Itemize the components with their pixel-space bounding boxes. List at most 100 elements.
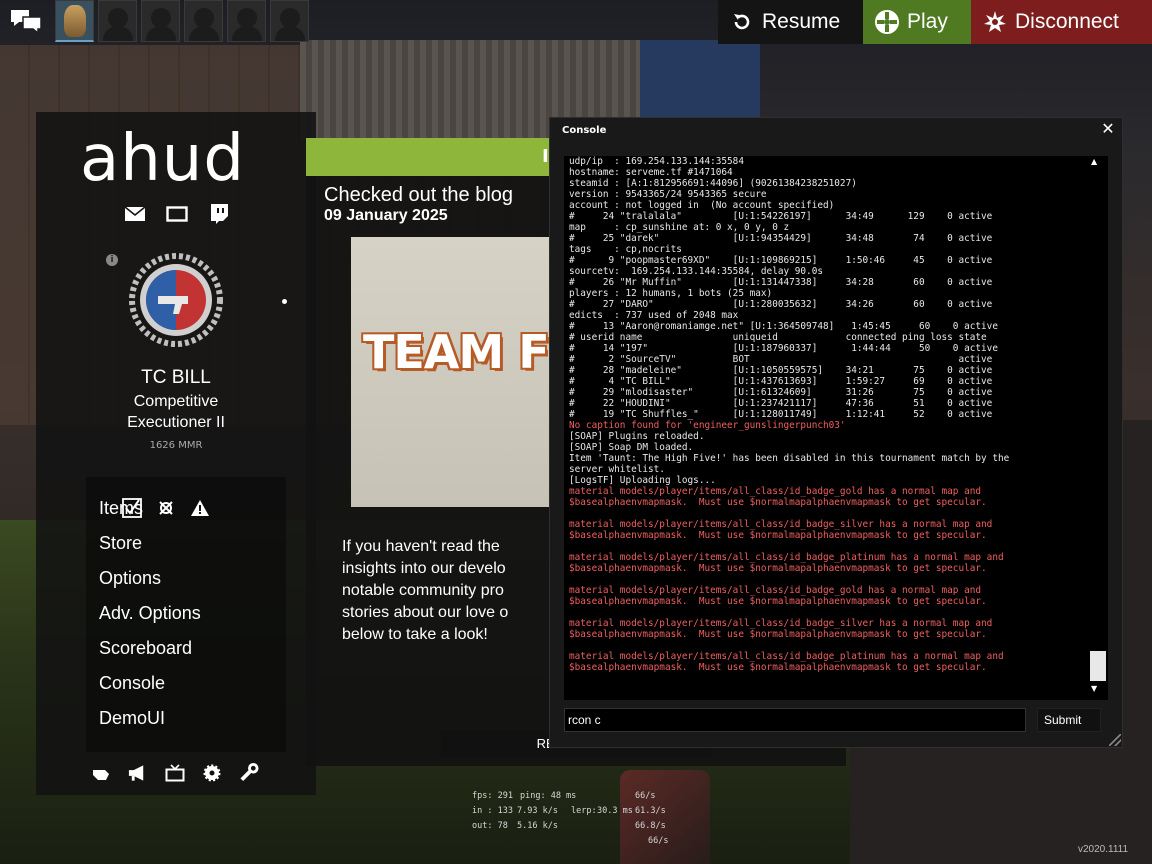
megaphone-icon[interactable] [127, 762, 148, 784]
warning-icon[interactable] [190, 498, 210, 518]
console-line: material models/player/items/all_class/i… [569, 618, 993, 629]
console-line: [SOAP] Plugins reloaded. [569, 431, 705, 442]
player-rank-type: Competitive [133, 393, 219, 410]
console-line: # userid name uniqueid connected ping lo… [569, 332, 987, 343]
console-line: [SOAP] Soap DM loaded. [569, 442, 694, 453]
console-line: # 2 "SourceTV" BOT active [569, 354, 993, 365]
console-line: # 19 "TC Shuffles_" [U:1:128011749] 1:12… [569, 409, 993, 420]
console-line: edicts : 737 used of 2048 max [569, 310, 739, 321]
status-dot [282, 299, 287, 304]
gear-icon[interactable] [201, 762, 222, 784]
avatar-self[interactable] [55, 0, 94, 42]
console-line: Item 'Taunt: The High Five!' has been di… [569, 453, 1010, 464]
netgraph-ping: ping: 48 ms [520, 791, 577, 801]
avatar-empty-slot[interactable] [98, 0, 137, 42]
console-output[interactable]: udp/ip : 169.254.133.144:35584 hostname: … [564, 156, 1108, 700]
console-line: # 13 "Aaron@romaniamge.net" [U:1:3645097… [569, 321, 998, 332]
player-rank-title: Executioner II [127, 414, 225, 431]
items-icons [122, 498, 210, 518]
netgraph-out: out: 78 [472, 821, 508, 831]
resume-icon [726, 12, 758, 32]
avatar-empty-slot[interactable] [270, 0, 309, 42]
netgraph-in-rate: 7.93 k/s [517, 806, 558, 816]
checkbox-icon[interactable] [122, 498, 142, 518]
party-avatars [55, 0, 309, 42]
console-line: steamid : [A:1:812956691:44096] (9026138… [569, 178, 857, 189]
hand-icon[interactable] [90, 762, 111, 784]
console-line: # 29 "mlodisaster" [U:1:61324609] 31:26 … [569, 387, 993, 398]
disconnect-label: Disconnect [1015, 10, 1119, 33]
netgraph-in-packets: 61.3/s [635, 806, 666, 816]
console-line: $basealphaenvmapmask. Must use $normalma… [569, 629, 987, 640]
resize-grip[interactable] [1109, 734, 1121, 746]
console-window: Console ✕ udp/ip : 169.254.133.144:35584… [549, 117, 1123, 748]
mail-icon[interactable] [124, 204, 146, 224]
news-body: If you haven't read the insights into ou… [342, 538, 509, 643]
news-title[interactable]: Checked out the blog [324, 184, 513, 207]
console-line: $basealphaenvmapmask. Must use $normalma… [569, 596, 987, 607]
avatar-empty-slot[interactable] [184, 0, 223, 42]
console-line: [LogsTF] Uploading logs... [569, 475, 716, 486]
tv-icon[interactable] [164, 762, 185, 784]
scrollbar-thumb[interactable] [1090, 651, 1106, 681]
console-line: material models/player/items/all_class/i… [569, 552, 1004, 563]
console-line: # 14 "197" [U:1:187960337] 1:44:44 50 0 … [569, 343, 998, 354]
news-image-logo-text: TEAM F [363, 325, 550, 379]
scroll-down-arrow-icon[interactable]: ▼ [1091, 684, 1097, 693]
console-command-input[interactable] [564, 708, 1026, 732]
console-line: # 26 "Mr Muffin" [U:1:131447338] 34:28 6… [569, 277, 993, 288]
menu-item-adv-options[interactable]: Adv. Options [99, 603, 201, 624]
screen-icon[interactable] [166, 204, 188, 224]
netgraph-lerp: 30.3 ms [597, 806, 633, 816]
console-line: server whitelist. [569, 464, 665, 475]
close-icon[interactable]: ✕ [1100, 121, 1116, 137]
chat-button[interactable] [6, 4, 46, 40]
play-icon [871, 9, 903, 35]
console-line: # 4 "TC BILL" [U:1:437613693] 1:59:27 69… [569, 376, 993, 387]
menu-item-console[interactable]: Console [99, 673, 165, 694]
version-label: v2020.1111 [1078, 844, 1129, 855]
console-line: hostname: serveme.tf #1471064 [569, 167, 733, 178]
console-line: # 25 "darek" [U:1:94354429] 34:48 74 0 a… [569, 233, 993, 244]
competitive-rank-badge [128, 252, 224, 348]
main-menu-panel: ahud i TC BILL Competitive Executioner I… [36, 112, 316, 795]
utility-icons [90, 762, 259, 784]
netgraph-rate: 66/s [635, 791, 656, 801]
console-line: $basealphaenvmapmask. Must use $normalma… [569, 662, 987, 673]
console-line: $basealphaenvmapmask. Must use $normalma… [569, 530, 987, 541]
info-icon[interactable]: i [106, 254, 118, 266]
main-menu: Items Store Options Adv. Options Scorebo… [86, 477, 286, 752]
play-label: Play [907, 10, 948, 33]
avatar-empty-slot[interactable] [141, 0, 180, 42]
console-line: $basealphaenvmapmask. Must use $normalma… [569, 563, 987, 574]
menu-item-options[interactable]: Options [99, 568, 161, 589]
netgraph-tick: 66/s [648, 836, 669, 846]
console-submit-button[interactable]: Submit [1037, 708, 1101, 732]
resume-button[interactable]: Resume [718, 0, 863, 44]
console-line: # 9 "poopmaster69XD" [U:1:109869215] 1:5… [569, 255, 993, 266]
menu-item-scoreboard[interactable]: Scoreboard [99, 638, 192, 659]
console-line: # 22 "HOUDINI" [U:1:237421117] 47:36 51 … [569, 398, 993, 409]
netgraph-fps: fps: 291 [472, 791, 513, 801]
achievements-icon[interactable] [156, 498, 176, 518]
disconnect-button[interactable]: Disconnect [971, 0, 1152, 44]
avatar-empty-slot[interactable] [227, 0, 266, 42]
netgraph-out-packets: 66.8/s [635, 821, 666, 831]
twitch-icon[interactable] [208, 204, 230, 224]
console-title[interactable]: Console [562, 125, 606, 136]
play-button[interactable]: Play [863, 0, 971, 44]
console-line: account : not logged in (No account spec… [569, 200, 835, 211]
console-line: No caption found for 'engineer_gunslinge… [569, 420, 846, 431]
console-line: # 24 "tralalala" [U:1:54226197] 34:49 12… [569, 211, 993, 222]
console-line: material models/player/items/all_class/i… [569, 585, 982, 596]
scroll-up-arrow-icon[interactable]: ▲ [1091, 157, 1097, 166]
menu-item-demoui[interactable]: DemoUI [99, 708, 165, 729]
console-line: version : 9543365/24 9543365 secure [569, 189, 767, 200]
menu-item-store[interactable]: Store [99, 533, 142, 554]
disconnect-icon [979, 10, 1011, 34]
console-line: sourcetv: 169.254.133.144:35584, delay 9… [569, 266, 823, 277]
news-date: 09 January 2025 [324, 207, 448, 224]
wrench-icon[interactable] [238, 762, 259, 784]
